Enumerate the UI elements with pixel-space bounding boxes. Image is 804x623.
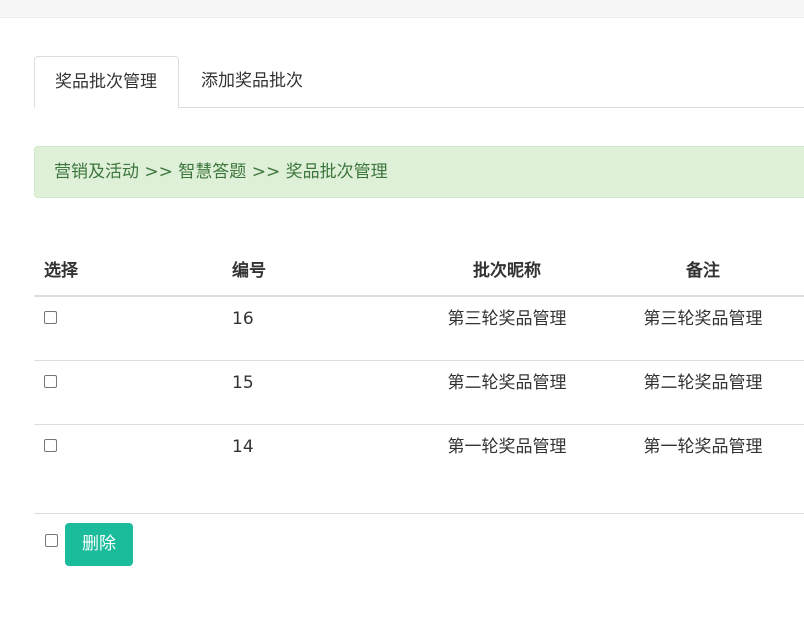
row-id: 15	[232, 373, 254, 393]
select-all-checkbox[interactable]	[45, 534, 58, 547]
row-batch-name: 第一轮奖品管理	[447, 437, 567, 457]
top-bar	[0, 0, 804, 18]
table-row: 15 第二轮奖品管理 第二轮奖品管理	[34, 361, 804, 425]
table-row: 16 第三轮奖品管理 第三轮奖品管理	[34, 297, 804, 361]
tab-bar: 奖品批次管理 添加奖品批次	[34, 56, 804, 108]
header-remark: 备注	[686, 261, 720, 281]
batch-table: 选择 编号 批次昵称 备注 16 第三轮奖品管理 第三轮奖品管理 15 第二轮奖…	[34, 248, 804, 514]
header-batch-name: 批次昵称	[473, 261, 541, 281]
breadcrumb: 营销及活动 >> 智慧答题 >> 奖品批次管理	[34, 146, 804, 198]
row-id: 16	[232, 309, 254, 329]
row-checkbox[interactable]	[44, 311, 57, 324]
header-select: 选择	[44, 261, 78, 281]
row-batch-name: 第三轮奖品管理	[447, 309, 567, 329]
row-checkbox[interactable]	[44, 439, 57, 452]
row-checkbox[interactable]	[44, 375, 57, 388]
delete-button[interactable]: 删除	[65, 523, 133, 566]
row-remark: 第一轮奖品管理	[643, 437, 763, 457]
row-remark: 第二轮奖品管理	[643, 373, 763, 393]
row-remark: 第三轮奖品管理	[643, 309, 763, 329]
tab-add-prize-batch[interactable]: 添加奖品批次	[201, 56, 303, 107]
header-id: 编号	[232, 261, 266, 281]
row-batch-name: 第二轮奖品管理	[447, 373, 567, 393]
tab-prize-batch-management[interactable]: 奖品批次管理	[34, 56, 179, 108]
row-id: 14	[232, 437, 254, 457]
table-row: 14 第一轮奖品管理 第一轮奖品管理	[34, 425, 804, 514]
table-header: 选择 编号 批次昵称 备注	[34, 248, 804, 297]
